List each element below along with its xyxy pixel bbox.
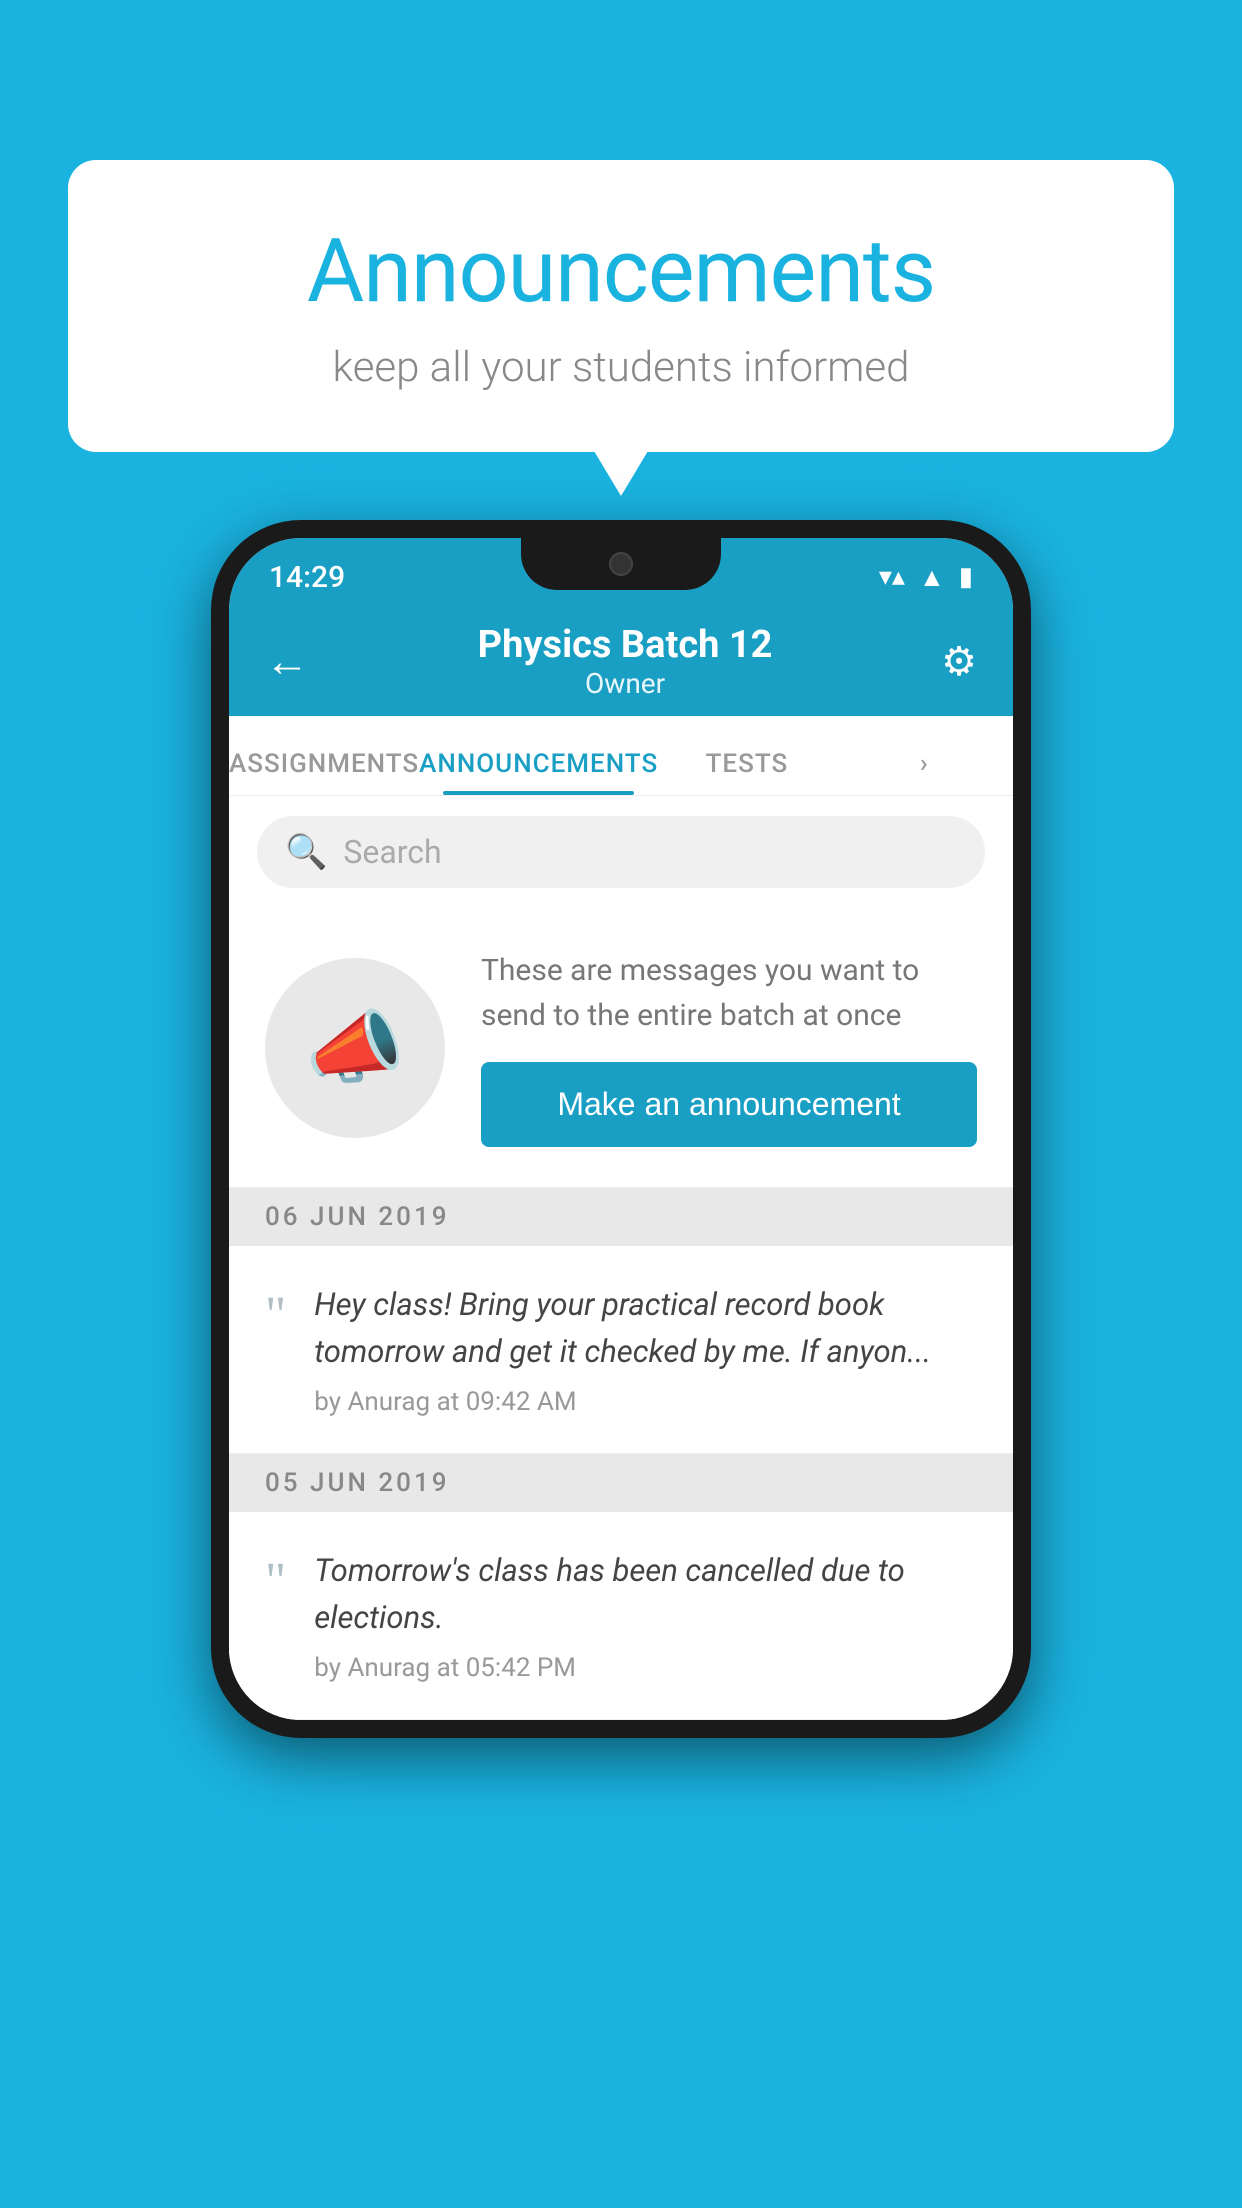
- quote-icon-2: ": [265, 1556, 286, 1608]
- announcement-item-2[interactable]: " Tomorrow's class has been cancelled du…: [229, 1512, 1013, 1720]
- status-icons: ▾▴ ▲ ▮: [879, 562, 973, 593]
- app-bar-title-group: Physics Batch 12 Owner: [478, 623, 773, 700]
- announcement-text-1: Hey class! Bring your practical record b…: [314, 1282, 977, 1375]
- search-container: 🔍 Search: [229, 796, 1013, 908]
- battery-icon: ▮: [959, 562, 973, 592]
- megaphone-icon: 📣: [305, 1001, 405, 1095]
- search-bar[interactable]: 🔍 Search: [257, 816, 985, 888]
- content-area: 🔍 Search 📣 These are messages you want t…: [229, 796, 1013, 1720]
- promo-description: These are messages you want to send to t…: [481, 948, 977, 1038]
- promo-icon-circle: 📣: [265, 958, 445, 1138]
- tab-assignments[interactable]: ASSIGNMENTS: [229, 749, 419, 795]
- signal-icon: ▲: [919, 562, 945, 593]
- status-time: 14:29: [269, 560, 345, 595]
- search-placeholder: Search: [343, 833, 441, 871]
- speech-bubble-subtitle: keep all your students informed: [128, 343, 1114, 392]
- promo-section: 📣 These are messages you want to send to…: [229, 908, 1013, 1188]
- make-announcement-button[interactable]: Make an announcement: [481, 1062, 977, 1147]
- announcement-meta-2: by Anurag at 05:42 PM: [314, 1653, 977, 1683]
- speech-bubble-title: Announcements: [128, 220, 1114, 323]
- announcement-meta-1: by Anurag at 09:42 AM: [314, 1387, 977, 1417]
- announcement-content-2: Tomorrow's class has been cancelled due …: [314, 1548, 977, 1683]
- phone-mockup: 14:29 ▾▴ ▲ ▮ ← Physics Batch 12 Owner ⚙: [211, 520, 1031, 1738]
- phone-screen: 14:29 ▾▴ ▲ ▮ ← Physics Batch 12 Owner ⚙: [229, 538, 1013, 1720]
- date-divider-1: 06 JUN 2019: [229, 1188, 1013, 1246]
- announcement-item-1[interactable]: " Hey class! Bring your practical record…: [229, 1246, 1013, 1454]
- back-button[interactable]: ←: [265, 635, 309, 687]
- tab-bar: ASSIGNMENTS ANNOUNCEMENTS TESTS ›: [229, 716, 1013, 796]
- speech-bubble: Announcements keep all your students inf…: [68, 160, 1174, 452]
- promo-content: These are messages you want to send to t…: [481, 948, 977, 1147]
- date-divider-2: 05 JUN 2019: [229, 1454, 1013, 1512]
- tab-announcements[interactable]: ANNOUNCEMENTS: [419, 749, 658, 795]
- phone-notch: [521, 538, 721, 590]
- speech-bubble-section: Announcements keep all your students inf…: [68, 160, 1174, 452]
- tab-tests[interactable]: TESTS: [658, 749, 835, 795]
- quote-icon-1: ": [265, 1290, 286, 1342]
- settings-icon[interactable]: ⚙: [941, 638, 977, 685]
- wifi-icon: ▾▴: [879, 562, 905, 592]
- phone-camera: [609, 552, 633, 576]
- phone-outer: 14:29 ▾▴ ▲ ▮ ← Physics Batch 12 Owner ⚙: [211, 520, 1031, 1738]
- app-bar-subtitle: Owner: [478, 667, 773, 700]
- app-bar-title: Physics Batch 12: [478, 623, 773, 667]
- tab-more[interactable]: ›: [836, 749, 1013, 795]
- app-bar: ← Physics Batch 12 Owner ⚙: [229, 606, 1013, 716]
- announcement-content-1: Hey class! Bring your practical record b…: [314, 1282, 977, 1417]
- search-icon: 🔍: [285, 832, 327, 872]
- announcement-text-2: Tomorrow's class has been cancelled due …: [314, 1548, 977, 1641]
